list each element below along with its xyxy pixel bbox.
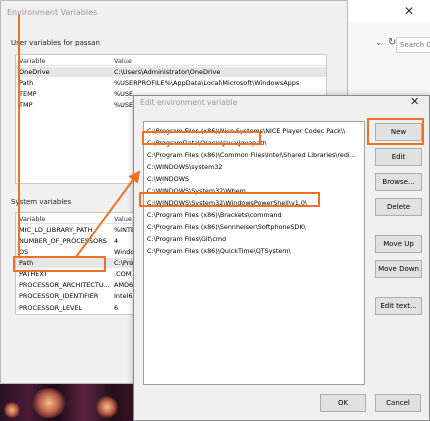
annotation-arrows [75,170,141,258]
annotation-arrow [75,170,141,258]
